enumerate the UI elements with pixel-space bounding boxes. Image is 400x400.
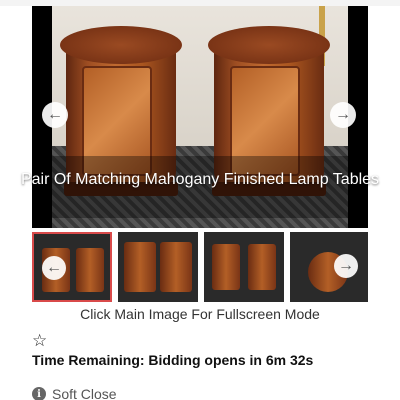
arrow-right-icon: → bbox=[338, 257, 354, 274]
soft-close: i Soft Close bbox=[32, 386, 117, 400]
thumb-next-button[interactable]: → bbox=[334, 254, 358, 278]
prev-image-button[interactable]: ← bbox=[42, 102, 68, 128]
arrow-left-icon: ← bbox=[47, 106, 63, 123]
arrow-left-icon: ← bbox=[46, 259, 62, 276]
thumbnail-strip: ← → bbox=[32, 232, 368, 302]
info-icon: i bbox=[32, 387, 46, 400]
main-image[interactable]: ← → bbox=[32, 6, 368, 228]
thumb-prev-button[interactable]: ← bbox=[42, 256, 66, 280]
soft-close-label: Soft Close bbox=[52, 386, 117, 400]
thumbnail-1[interactable]: ← bbox=[32, 232, 112, 302]
thumbnail-4[interactable]: → bbox=[290, 232, 368, 302]
star-outline-icon[interactable]: ☆ bbox=[32, 331, 47, 351]
image-caption: Pair Of Matching Mahogany Finished Lamp … bbox=[20, 171, 380, 188]
next-image-button[interactable]: → bbox=[330, 102, 356, 128]
time-remaining: Time Remaining: Bidding opens in 6m 32s bbox=[32, 352, 314, 368]
thumbnail-3[interactable] bbox=[204, 232, 284, 302]
thumbnail-2[interactable] bbox=[118, 232, 198, 302]
fullscreen-hint: Click Main Image For Fullscreen Mode bbox=[80, 306, 320, 322]
arrow-right-icon: → bbox=[335, 106, 351, 123]
